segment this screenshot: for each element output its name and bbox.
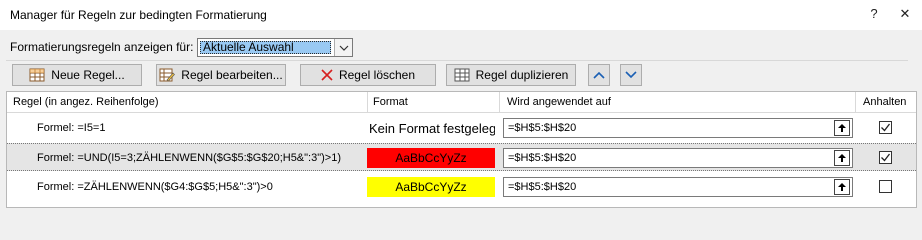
applies-to-value: =$H$5:$H$20	[508, 122, 577, 134]
applies-to-field[interactable]: =$H$5:$H$20	[503, 118, 853, 138]
stop-if-true-checkbox[interactable]	[879, 180, 892, 193]
help-button[interactable]: ?	[864, 6, 884, 21]
stop-if-true-checkbox[interactable]	[879, 151, 892, 164]
rules-table: Regel (in angez. Reihenfolge) Format Wir…	[6, 91, 917, 208]
stop-if-true-checkbox[interactable]	[879, 121, 892, 134]
table-row[interactable]: Formel: =I5=1 Kein Format festgelegt =$H…	[7, 114, 916, 142]
edit-rule-icon	[159, 68, 176, 82]
new-rule-label: Neue Regel...	[51, 68, 125, 82]
duplicate-rule-button[interactable]: Regel duplizieren	[446, 64, 576, 86]
show-rules-value: Aktuelle Auswahl	[200, 41, 331, 54]
new-rule-icon	[29, 68, 45, 82]
delete-rule-button[interactable]: Regel löschen	[300, 64, 436, 86]
move-down-button[interactable]	[620, 64, 642, 86]
edit-rule-label: Regel bearbeiten...	[181, 68, 283, 82]
delete-rule-label: Regel löschen	[338, 68, 416, 82]
chevron-down-icon[interactable]	[334, 39, 352, 56]
rule-formula: Formel: =I5=1	[37, 122, 106, 134]
show-rules-dropdown[interactable]: Aktuelle Auswahl	[197, 38, 353, 57]
show-rules-label: Formatierungsregeln anzeigen für:	[10, 40, 194, 54]
chevron-down-icon	[625, 68, 637, 82]
delete-icon	[321, 69, 333, 81]
applies-to-field[interactable]: =$H$5:$H$20	[503, 148, 853, 168]
chevron-up-icon	[593, 68, 605, 82]
close-button[interactable]: ✕	[895, 6, 915, 22]
column-divider	[367, 92, 368, 112]
format-preview: Kein Format festgelegt	[369, 120, 495, 136]
window-title: Manager für Regeln zur bedingten Formati…	[10, 8, 267, 22]
duplicate-rule-label: Regel duplizieren	[475, 68, 569, 82]
table-header: Regel (in angez. Reihenfolge) Format Wir…	[7, 92, 916, 113]
header-format: Format	[373, 96, 408, 108]
collapse-dialog-icon[interactable]	[834, 120, 850, 136]
header-stop-if-true: Anhalten	[863, 96, 907, 108]
format-preview: AaBbCcYyZz	[367, 148, 495, 168]
rule-formula: Formel: =UND(I5=3;ZÄHLENWENN($G$5:$G$20;…	[37, 152, 341, 164]
column-divider	[499, 92, 500, 112]
applies-to-value: =$H$5:$H$20	[508, 152, 577, 164]
applies-to-value: =$H$5:$H$20	[508, 181, 577, 193]
collapse-dialog-icon[interactable]	[834, 150, 850, 166]
header-rule: Regel (in angez. Reihenfolge)	[13, 96, 159, 108]
table-row[interactable]: Formel: =UND(I5=3;ZÄHLENWENN($G$5:$G$20;…	[7, 143, 916, 171]
collapse-dialog-icon[interactable]	[834, 179, 850, 195]
applies-to-field[interactable]: =$H$5:$H$20	[503, 177, 853, 197]
title-bar: Manager für Regeln zur bedingten Formati…	[0, 0, 922, 30]
format-preview: AaBbCcYyZz	[367, 177, 495, 197]
edit-rule-button[interactable]: Regel bearbeiten...	[156, 64, 286, 86]
column-divider	[855, 92, 856, 112]
duplicate-icon	[454, 68, 470, 82]
move-up-button[interactable]	[588, 64, 610, 86]
new-rule-button[interactable]: Neue Regel...	[12, 64, 142, 86]
table-row[interactable]: Formel: =ZÄHLENWENN($G4:$G$5;H5&":3")>0 …	[7, 173, 916, 201]
rule-formula: Formel: =ZÄHLENWENN($G4:$G$5;H5&":3")>0	[37, 181, 273, 193]
header-applies-to: Wird angewendet auf	[507, 96, 611, 108]
